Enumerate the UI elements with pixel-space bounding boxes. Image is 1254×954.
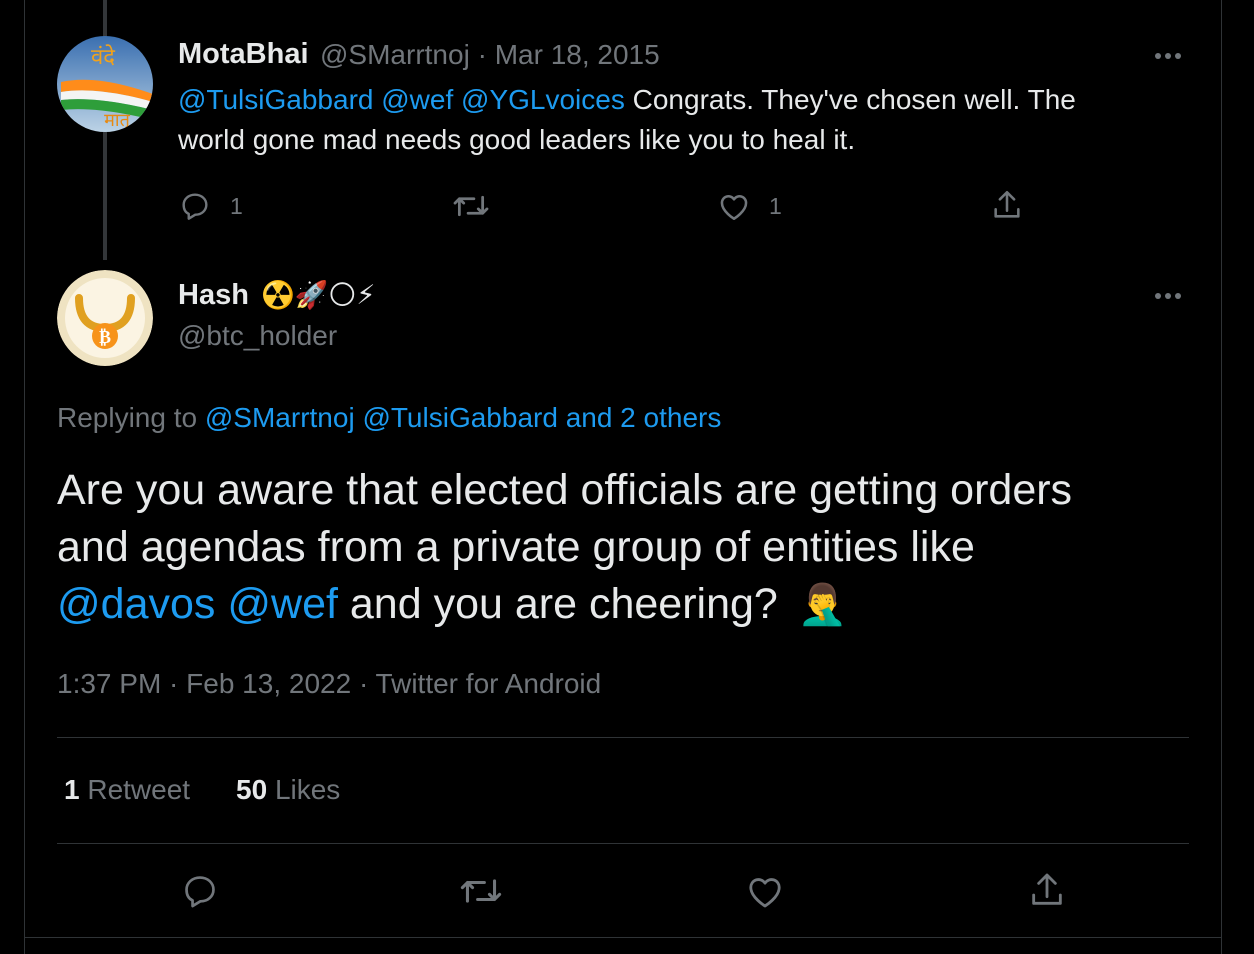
avatar-hash[interactable]: ₿ (57, 270, 153, 366)
share-button-main[interactable] (1027, 869, 1067, 911)
display-name-hash[interactable]: Hash ☢️🚀🌕⚡ (178, 279, 375, 312)
mention-wef[interactable]: @wef (381, 84, 453, 115)
mention-tulsigabbard[interactable]: @TulsiGabbard (178, 84, 373, 115)
share-icon (994, 190, 1020, 218)
main-tweet-text-line2: and agendas from a private group of enti… (57, 523, 975, 571)
like-count: 1 (769, 192, 782, 219)
retweet-icon (453, 195, 489, 217)
display-name-text: Hash (178, 279, 249, 311)
retweet-icon (460, 879, 502, 903)
tweet-timestamp[interactable]: 1:37 PM · Feb 13, 2022 · Twitter for And… (57, 668, 601, 700)
like-icon (720, 195, 748, 221)
avatar-text-top: वंदे (91, 44, 115, 70)
handle-separator: · (477, 39, 487, 70)
reply-icon (182, 193, 208, 220)
avatar-text-bottom: मातृ (104, 110, 131, 131)
tweet-text: Congrats. They've chosen well. The (632, 84, 1076, 115)
handle-text[interactable]: @SMarrtnoj (320, 39, 470, 70)
frame-left-border (24, 0, 25, 954)
handle-hash[interactable]: @btc_holder (178, 320, 337, 352)
likes-stat[interactable]: 50 Likes (236, 774, 340, 806)
retweet-button-main[interactable] (459, 872, 503, 910)
tweet-text-rest: and you are cheering? (349, 580, 778, 628)
main-tweet-text-line1: Are you aware that elected officials are… (57, 466, 1073, 514)
facepalm-emoji: 🤦‍♂️ (797, 583, 848, 627)
tweet-date[interactable]: Mar 18, 2015 (495, 39, 660, 70)
reply-icon (185, 876, 215, 908)
thread-connector-top (103, 0, 107, 40)
divider (57, 737, 1189, 738)
mention-davos[interactable]: @davos (57, 580, 215, 628)
more-icon-main[interactable] (1155, 291, 1185, 301)
mention-wef-main[interactable]: @wef (227, 580, 338, 628)
display-name-motabhai[interactable]: MotaBhai (178, 38, 309, 71)
mention-yglvoices[interactable]: @YGLvoices (461, 84, 625, 115)
reply-count: 1 (230, 192, 243, 219)
name-emojis: ☢️🚀🌕⚡ (260, 280, 376, 310)
reply-button-main[interactable] (180, 872, 220, 910)
retweet-stat-label: Retweet (87, 774, 191, 805)
likes-stat-count: 50 (236, 774, 268, 805)
reply-button[interactable]: 1 (178, 190, 243, 222)
frame-bottom-border (24, 937, 1222, 938)
retweet-button[interactable] (452, 190, 490, 222)
more-icon[interactable] (1155, 51, 1185, 61)
likes-stat-label: Likes (274, 774, 341, 805)
frame-right-border (1221, 0, 1222, 954)
share-button[interactable] (990, 188, 1024, 222)
replying-to-users[interactable]: @SMarrtnoj @TulsiGabbard and 2 others (205, 402, 721, 433)
like-button[interactable]: 1 (717, 190, 782, 222)
share-icon (1032, 873, 1062, 905)
bitcoin-icon: ₿ (99, 327, 111, 348)
divider (57, 843, 1189, 844)
handle-motabhai: @SMarrtnoj · Mar 18, 2015 (320, 39, 660, 71)
thread-connector (103, 132, 107, 260)
like-button-main[interactable] (745, 872, 785, 910)
replying-to: Replying to @SMarrtnoj @TulsiGabbard and… (57, 402, 721, 434)
like-icon (749, 878, 781, 908)
retweet-stat[interactable]: 1 Retweet (64, 774, 190, 806)
avatar-motabhai[interactable]: वंदे मातृ (57, 36, 153, 132)
retweet-stat-count: 1 (64, 774, 80, 805)
first-tweet-text-line2: world gone mad needs good leaders like y… (178, 124, 856, 155)
main-tweet-text-line3: @davos @wef and you are cheering? 🤦‍♂️ (57, 580, 848, 629)
first-tweet-text-line1: @TulsiGabbard @wef @YGLvoices Congrats. … (178, 84, 1076, 116)
replying-prefix: Replying to (57, 402, 198, 433)
